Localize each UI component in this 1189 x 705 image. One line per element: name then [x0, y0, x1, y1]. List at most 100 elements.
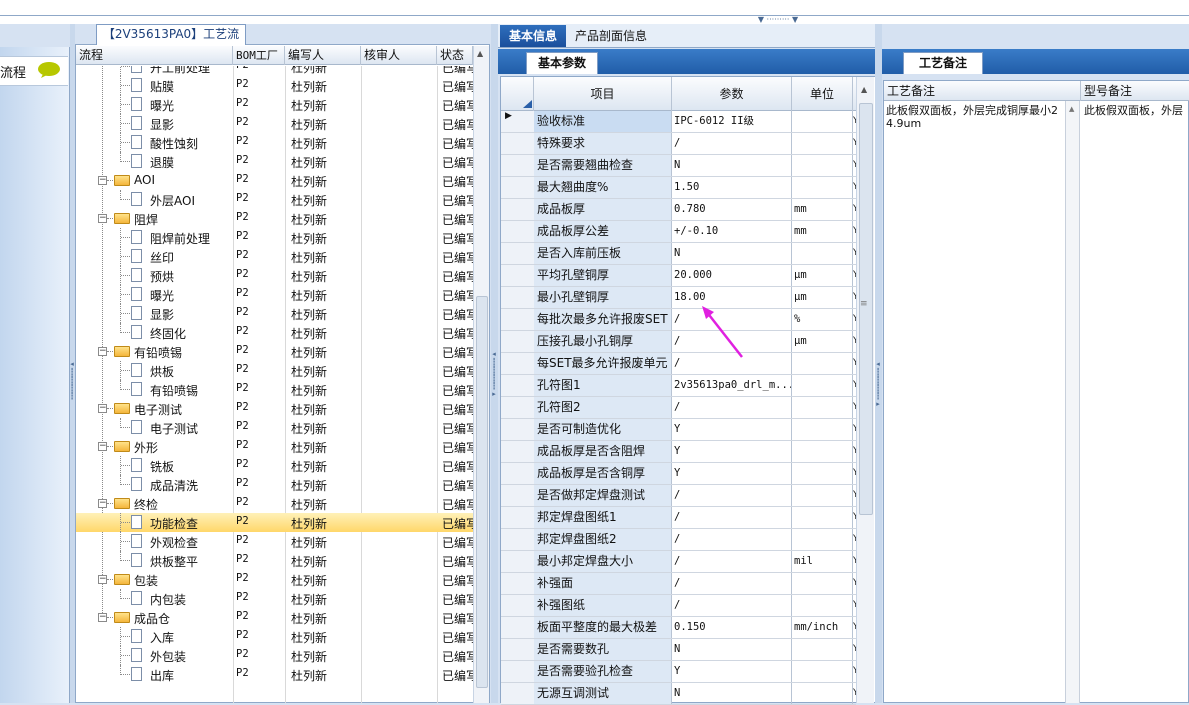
process-row[interactable]: 铣板 P2 杜列新 已编写: [76, 456, 473, 475]
process-row[interactable]: 退膜 P2 杜列新 已编写: [76, 152, 473, 171]
row-indicator[interactable]: [501, 155, 535, 176]
tab-basic-params[interactable]: 基本参数: [526, 52, 598, 74]
process-row[interactable]: 酸性蚀刻 P2 杜列新 已编写: [76, 133, 473, 152]
process-row[interactable]: − 外形 P2 杜列新 已编写: [76, 437, 473, 456]
row-indicator[interactable]: [501, 507, 535, 528]
row-indicator[interactable]: [501, 221, 535, 242]
process-row[interactable]: 出库 P2 杜列新 已编写: [76, 665, 473, 684]
row-indicator[interactable]: [501, 133, 535, 154]
param-value[interactable]: +/-0.10: [672, 221, 792, 242]
process-row[interactable]: 终固化 P2 杜列新 已编写: [76, 323, 473, 342]
process-scrollbar[interactable]: ▲: [473, 46, 489, 703]
param-row[interactable]: 是否可制造优化 Y Y: [501, 419, 856, 441]
note-cell-scrollbar[interactable]: ▲: [1066, 101, 1080, 703]
row-indicator[interactable]: [501, 551, 535, 572]
param-row[interactable]: 是否需要数孔 N Y: [501, 639, 856, 661]
row-indicator[interactable]: [501, 639, 535, 660]
process-row[interactable]: 烘板 P2 杜列新 已编写: [76, 361, 473, 380]
process-row[interactable]: 外观检查 P2 杜列新 已编写: [76, 532, 473, 551]
param-value[interactable]: Y: [672, 419, 792, 440]
col-header-status[interactable]: 状态: [437, 46, 473, 65]
param-row[interactable]: 邦定焊盘图纸2/Y: [501, 529, 856, 551]
row-indicator[interactable]: [501, 463, 535, 484]
param-row[interactable]: 是否需要翘曲检查 N Y: [501, 155, 856, 177]
process-row[interactable]: 显影 P2 杜列新 已编写: [76, 114, 473, 133]
row-indicator[interactable]: [501, 573, 535, 594]
row-indicator[interactable]: [501, 265, 535, 286]
process-row[interactable]: − 有铅喷锡 P2 杜列新 已编写: [76, 342, 473, 361]
param-value[interactable]: /: [672, 529, 792, 550]
row-indicator[interactable]: [501, 243, 535, 264]
row-indicator[interactable]: [501, 617, 535, 638]
col-header-unit[interactable]: 单位: [792, 77, 853, 111]
col-header-value[interactable]: 参数: [672, 77, 792, 111]
param-row[interactable]: 是否入库前压板 N Y: [501, 243, 856, 265]
param-value[interactable]: /: [672, 551, 792, 572]
param-value[interactable]: IPC-6012 II级: [672, 111, 792, 132]
param-row[interactable]: 平均孔壁铜厚 20.000 μm Y: [501, 265, 856, 287]
param-value[interactable]: /: [672, 595, 792, 616]
param-value[interactable]: /: [672, 573, 792, 594]
row-indicator[interactable]: [501, 199, 535, 220]
splitter-grip-icon[interactable]: ◂ ┇ ┇ ┇ ┇ ▸: [876, 360, 880, 430]
process-row[interactable]: 入库 P2 杜列新 已编写: [76, 627, 473, 646]
process-row[interactable]: 阻焊前处理 P2 杜列新 已编写: [76, 228, 473, 247]
splitter-grip-icon[interactable]: ◂ ┇ ┇ ┇ ┇: [70, 360, 74, 420]
param-row[interactable]: 孔符图1 2v35613pa0_drl_m... Y: [501, 375, 856, 397]
param-value[interactable]: 2v35613pa0_drl_m...: [672, 375, 792, 396]
collapse-icon[interactable]: −: [98, 499, 107, 508]
process-note-cell[interactable]: [884, 101, 1066, 703]
process-row[interactable]: − AOI P2 杜列新 已编写: [76, 171, 473, 190]
param-row[interactable]: 补强面 / Y: [501, 573, 856, 595]
param-row[interactable]: 成品板厚是否含阻焊 Y Y: [501, 441, 856, 463]
param-row[interactable]: 最大翘曲度% 1.50 Y: [501, 177, 856, 199]
param-value[interactable]: 0.780: [672, 199, 792, 220]
process-row[interactable]: 烘板整平 P2 杜列新 已编写: [76, 551, 473, 570]
tab-profile-info[interactable]: 产品剖面信息: [570, 25, 652, 47]
row-indicator[interactable]: [501, 287, 535, 308]
collapse-grip-icon[interactable]: ▼ ········· ▼: [745, 16, 811, 24]
col-header-process-note[interactable]: 工艺备注: [884, 81, 1081, 101]
param-value[interactable]: N: [672, 243, 792, 264]
process-row[interactable]: 贴膜 P2 杜列新 已编写: [76, 76, 473, 95]
process-row[interactable]: − 成品仓 P2 杜列新 已编写: [76, 608, 473, 627]
process-tab[interactable]: 【2V35613PA0】工艺流程: [96, 24, 246, 60]
param-row[interactable]: 补强图纸 / Y: [501, 595, 856, 617]
col-header-model-note[interactable]: 型号备注: [1081, 81, 1189, 101]
process-row[interactable]: 开工前处理 P2 杜列新 已编写: [76, 66, 473, 76]
row-indicator[interactable]: [501, 595, 535, 616]
collapse-icon[interactable]: −: [98, 613, 107, 622]
row-indicator[interactable]: [501, 529, 535, 550]
process-row[interactable]: 曝光 P2 杜列新 已编写: [76, 95, 473, 114]
collapse-icon[interactable]: −: [98, 404, 107, 413]
process-row[interactable]: 显影 P2 杜列新 已编写: [76, 304, 473, 323]
param-row[interactable]: 是否做邦定焊盘测试 / Y: [501, 485, 856, 507]
process-row[interactable]: − 包装 P2 杜列新 已编写: [76, 570, 473, 589]
param-row[interactable]: ▶ 验收标准 IPC-6012 II级 Y: [501, 111, 856, 133]
process-row[interactable]: − 电子测试 P2 杜列新 已编写: [76, 399, 473, 418]
col-header-flow[interactable]: 流程: [76, 46, 233, 65]
row-indicator[interactable]: [501, 375, 535, 396]
process-row[interactable]: 外包装 P2 杜列新 已编写: [76, 646, 473, 665]
param-value[interactable]: /: [672, 485, 792, 506]
param-row[interactable]: 无源互调测试 N Y: [501, 683, 856, 705]
row-indicator[interactable]: [501, 177, 535, 198]
process-row[interactable]: 丝印 P2 杜列新 已编写: [76, 247, 473, 266]
collapse-icon[interactable]: −: [98, 347, 107, 356]
row-indicator[interactable]: [501, 353, 535, 374]
params-scrollbar[interactable]: ▲ ≡: [856, 77, 874, 703]
param-value[interactable]: 20.000: [672, 265, 792, 286]
param-value[interactable]: Y: [672, 441, 792, 462]
process-row[interactable]: 电子测试 P2 杜列新 已编写: [76, 418, 473, 437]
process-row[interactable]: 外层AOI P2 杜列新 已编写: [76, 190, 473, 209]
param-row[interactable]: 每批次最多允许报废SET /% Y: [501, 309, 856, 331]
param-value[interactable]: N: [672, 639, 792, 660]
collapse-icon[interactable]: −: [98, 176, 107, 185]
collapse-icon[interactable]: −: [98, 442, 107, 451]
process-row[interactable]: − 终检 P2 杜列新 已编写: [76, 494, 473, 513]
param-row[interactable]: 成品板厚是否含铜厚 Y Y: [501, 463, 856, 485]
param-row[interactable]: 邦定焊盘图纸1/Y: [501, 507, 856, 529]
row-indicator[interactable]: [501, 397, 535, 418]
splitter-grip-icon[interactable]: ◂ ┇ ┇ ┇ ┇ ▸: [492, 350, 496, 420]
row-indicator[interactable]: [501, 485, 535, 506]
